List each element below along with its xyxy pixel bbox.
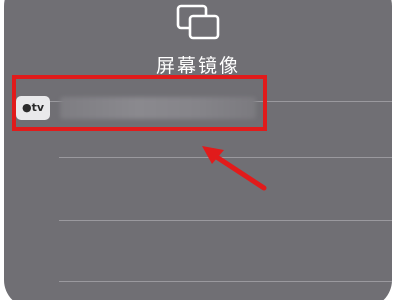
screenshot-stage: 屏幕镜像 ●tv: [0, 0, 400, 300]
highlight-box: [12, 75, 267, 131]
pointer-arrow-icon: [202, 146, 267, 191]
screen-mirroring-icon: [176, 4, 220, 40]
panel-title: 屏幕镜像: [155, 55, 240, 77]
divider: [59, 220, 392, 221]
screen-mirroring-panel: 屏幕镜像 ●tv: [4, 0, 392, 300]
divider: [59, 281, 392, 282]
